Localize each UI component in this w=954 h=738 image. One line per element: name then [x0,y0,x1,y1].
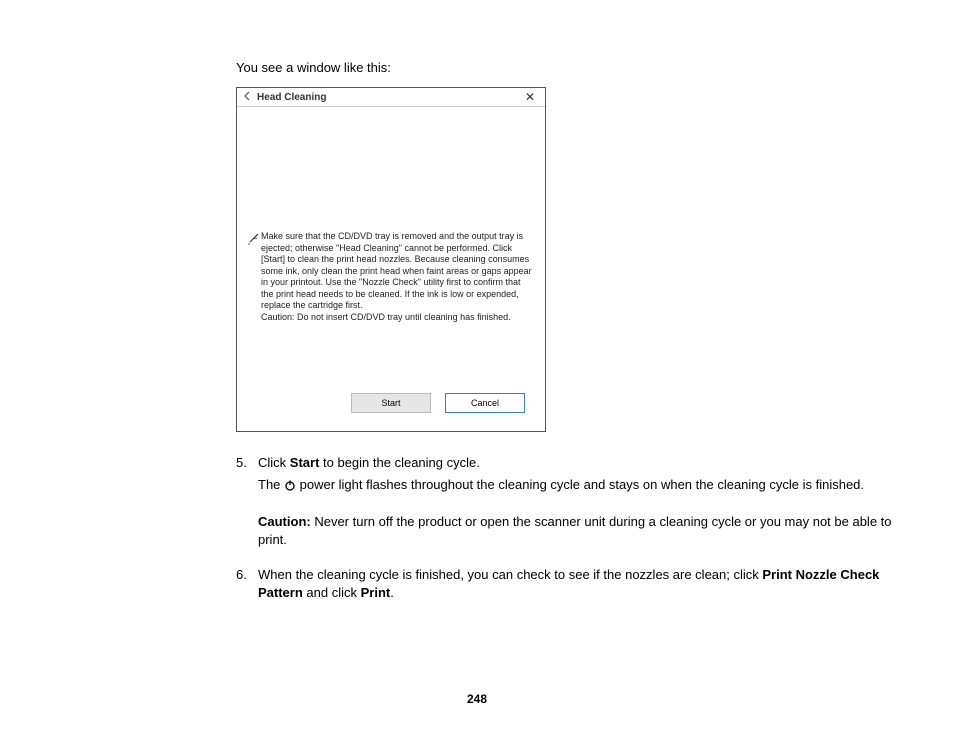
close-icon[interactable]: ✕ [521,90,539,104]
head-cleaning-dialog: Head Cleaning ✕ Make sure that the CD/DV… [236,87,546,432]
intro-text: You see a window like this: [212,60,894,75]
back-icon [243,91,253,104]
step-6-number: 6. [236,566,258,601]
step-5-caution: Caution: Never turn off the product or o… [258,513,894,548]
start-button[interactable]: Start [351,393,431,413]
nozzle-icon [247,231,261,249]
dialog-titlebar: Head Cleaning ✕ [237,88,545,106]
step-5: 5. Click Start to begin the cleaning cyc… [236,454,894,548]
step-5-number: 5. [236,454,258,548]
dialog-message: Make sure that the CD/DVD tray is remove… [261,231,535,323]
step-5-line1: Click Start to begin the cleaning cycle. [258,454,894,472]
dialog-body: Make sure that the CD/DVD tray is remove… [237,106,545,431]
dialog-title: Head Cleaning [257,92,521,103]
step-6-text: When the cleaning cycle is finished, you… [258,566,894,601]
cancel-button[interactable]: Cancel [445,393,525,413]
page-number: 248 [0,692,954,706]
power-icon [284,478,296,496]
step-6: 6. When the cleaning cycle is finished, … [236,566,894,601]
step-5-line2: The power light flashes throughout the c… [258,476,894,496]
